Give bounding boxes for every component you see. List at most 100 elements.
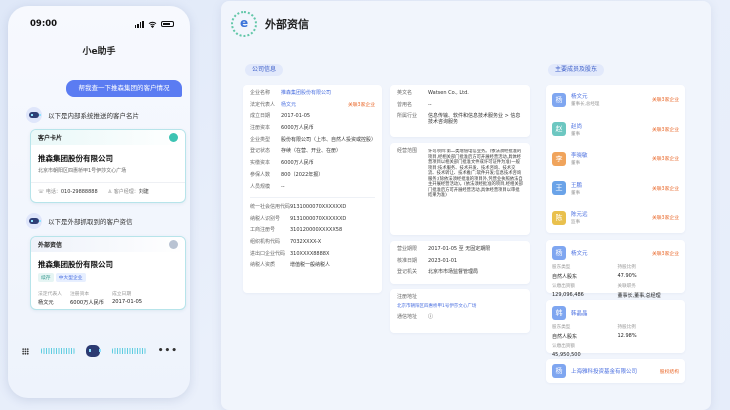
member-risk-badge[interactable]: 关联3家企业 (652, 126, 679, 133)
voice-assistant-button[interactable] (86, 345, 102, 357)
scale-tag: 中大型企业 (55, 273, 86, 282)
registration-code-row: 工商注册号 310120000XXXXX58 (250, 228, 375, 234)
status-bar: 09:00 (30, 18, 174, 30)
field-value: 6000万人民币 (281, 125, 314, 132)
customer-card-header: 客户卡片 (31, 130, 185, 145)
info-icon: ⓘ (428, 314, 434, 321)
customer-card-footer: ☏ 电话：010-29888888 ♙ 客户经理：刘建 (31, 182, 185, 200)
member-risk-badge[interactable]: 关联3家企业 (652, 185, 679, 192)
member-row[interactable]: 王王鹏 董事 关联3家企业 (546, 174, 685, 204)
basic-info-row[interactable]: 企业名称 推森集团股份有限公司 (250, 90, 375, 97)
user-message-bubble: 帮我查一下推森集团的客户情况 (66, 80, 182, 97)
holder-company-card[interactable]: 杨 上海雅科投资基金有限公司 股权结构 (546, 359, 685, 383)
holder-company-name[interactable]: 上海雅科投资基金有限公司 (571, 367, 660, 375)
member-avatar: 赵 (552, 122, 566, 137)
related-companies-badge[interactable]: 关联3家企业 (348, 103, 375, 109)
basic-info-row[interactable]: 法定代表人 杨文元 关联3家企业 (250, 102, 375, 109)
member-risk-badge[interactable]: 关联3家企业 (652, 155, 679, 162)
field-label: 营业期限 (397, 246, 418, 252)
holder-name-link[interactable]: 杨文元 (571, 249, 652, 257)
member-name-link[interactable]: 陈元远 (571, 210, 652, 218)
divider (250, 197, 375, 198)
panel-title: 外部资信 (265, 18, 309, 31)
holder-fields: 股东类型 持股比例 自然人股东 12.98% 认缴出资额 45,950,500 (552, 325, 637, 358)
holder-risk-badge[interactable]: 关联3家企业 (652, 250, 679, 257)
external-credit-card[interactable]: 外部资信 推森集团股份有限公司 续存 中大型企业 法定代表人 杨文元 注册资本 60… (30, 236, 186, 310)
member-name-link[interactable]: 王鹏 (571, 181, 652, 189)
member-risk-badge[interactable]: 关联3家企业 (652, 214, 679, 221)
registration-code-row: 纳税人资质 增值税一般纳税人 (250, 263, 375, 269)
voice-wave-icon (112, 348, 147, 354)
field-label: 企业类型 (250, 136, 271, 143)
holder-avatar: 杨 (552, 246, 566, 260)
basic-info-row: 人员规模 -- (250, 184, 375, 191)
equity-structure-link[interactable]: 股权结构 (660, 368, 679, 375)
customer-company-name: 推森集团股份有限公司 (38, 154, 113, 163)
reg-address-link[interactable]: 北京市朝阳区四惠桥甲1号伊莎文心广场 (397, 304, 476, 310)
voice-wave-icon (40, 348, 75, 354)
field-label: 实缴资本 (250, 160, 271, 167)
members-list: 杨杨文元 董事长,总经理 关联3家企业赵赵尚 董事 关联3家企业李李晓敏 董事 关联3家企业… (546, 85, 685, 233)
business-scope-box: 经营范围 许可项目:第二类增值电信业务。(依法须经批准的项目,经相关部门批准后方… (390, 143, 530, 235)
field-value: 7032XXXX-X (290, 239, 322, 246)
member-role: 董事 (571, 190, 580, 196)
holder-fields: 股东类型 持股比例 自然人股东 47.90% 认缴出资额 关联职务 129,096,4… (552, 265, 661, 299)
contact-icon (169, 133, 178, 142)
basic-info-list: 企业名称 推森集团股份有限公司 法定代表人 杨文元 关联3家企业 成立日期 2017-01-… (250, 90, 376, 191)
field-value[interactable]: 推森集团股份有限公司 (281, 90, 331, 97)
customer-card-title: 客户卡片 (38, 135, 63, 142)
member-role: 董事长,总经理 (571, 102, 600, 108)
basic-info-row: 参保人数 800（2022年报） (250, 172, 375, 179)
term-box: 营业期限 2017-01-05 至 无固定期限 核准日期 2023-01-01 登记机关… (390, 241, 530, 284)
member-row[interactable]: 李李晓敏 董事 关联3家企业 (546, 144, 685, 174)
basic-info-row: 成立日期 2017-01-05 (250, 114, 375, 120)
external-card-title: 外部资信 (38, 242, 63, 249)
field-value: 北京市市场监督管理局 (428, 269, 479, 276)
holder-top: 杨 杨文元 关联3家企业 (552, 246, 679, 260)
phone-field[interactable]: ☏ 电话：010-29888888 (38, 188, 98, 195)
field-label: 成立日期 (250, 113, 271, 120)
field-label: 所属行业 (397, 113, 418, 120)
registration-code-row: 纳税人识别号 9131000070XXXXXXD (250, 216, 375, 223)
reg-address-row[interactable]: 北京市朝阳区四惠桥甲1号伊莎文心广场 (397, 304, 523, 310)
status-time: 09:00 (30, 19, 58, 29)
basic-info-row: 企业类型 股份有限公司（上市、自然人投资或控股） (250, 136, 376, 144)
status-tag: 续存 (38, 273, 54, 282)
field-value: 2017-01-05 (281, 113, 311, 120)
holder-company-avatar: 杨 (552, 364, 566, 378)
member-name-link[interactable]: 杨文元 (571, 92, 652, 100)
phone-screen: 09:00 小e助手 帮我查一下推森集团的客户情况 以下是内部系统推送的客户名片… (8, 6, 190, 398)
field-established-date: 成立日期 2017-01-05 (111, 292, 143, 305)
term-list: 营业期限 2017-01-05 至 无固定期限 核准日期 2023-01-01 登记机关… (397, 246, 523, 276)
address-box: 注册地址 北京市朝阳区四惠桥甲1号伊莎文心广场 通信地址 ⓘ (390, 289, 530, 333)
member-info: 赵尚 董事 (571, 122, 652, 137)
field-label: 核准日期 (397, 257, 418, 264)
field-legal-rep: 法定代表人 杨文元 (38, 292, 62, 306)
keyboard-icon[interactable] (22, 347, 29, 355)
customer-card[interactable]: 客户卡片 推森集团股份有限公司 北京市朝阳区四惠桥甲1号伊莎文心广场 ☏ 电话：… (30, 129, 186, 203)
holder-name-link[interactable]: 韩晶晶 (571, 309, 679, 317)
field-value[interactable]: 杨文元 (281, 102, 296, 109)
term-row: 登记机关 北京市市场监督管理局 (397, 270, 523, 276)
member-info: 陈元远 监事 (571, 210, 652, 225)
member-row[interactable]: 陈陈元远 监事 关联3家企业 (546, 203, 685, 233)
app-logo-icon (231, 11, 257, 37)
name-industry-row: 英文名 Watsen Co., Ltd. (397, 90, 523, 97)
member-avatar: 王 (552, 181, 566, 196)
member-name-link[interactable]: 李晓敏 (571, 151, 652, 159)
field-value: 310120000XXXXX58 (290, 227, 343, 234)
term-row: 营业期限 2017-01-05 至 无固定期限 (397, 246, 523, 253)
member-risk-badge[interactable]: 关联3家企业 (652, 96, 679, 103)
member-role: 董事 (571, 161, 580, 167)
field-label: 曾用名 (397, 101, 413, 108)
field-label: 注册资本 (250, 125, 271, 132)
more-button[interactable]: ••• (158, 346, 178, 356)
external-company-name: 推森集团股份有限公司 (38, 260, 113, 269)
field-label: 进出口企业代码 (250, 250, 286, 257)
holder-avatar: 韩 (552, 306, 566, 320)
holder-top: 韩 韩晶晶 (552, 306, 679, 320)
member-row[interactable]: 杨杨文元 董事长,总经理 关联3家企业 (546, 85, 685, 115)
field-value: 6000万人民币 (281, 160, 314, 167)
member-row[interactable]: 赵赵尚 董事 关联3家企业 (546, 115, 685, 145)
member-name-link[interactable]: 赵尚 (571, 122, 652, 130)
